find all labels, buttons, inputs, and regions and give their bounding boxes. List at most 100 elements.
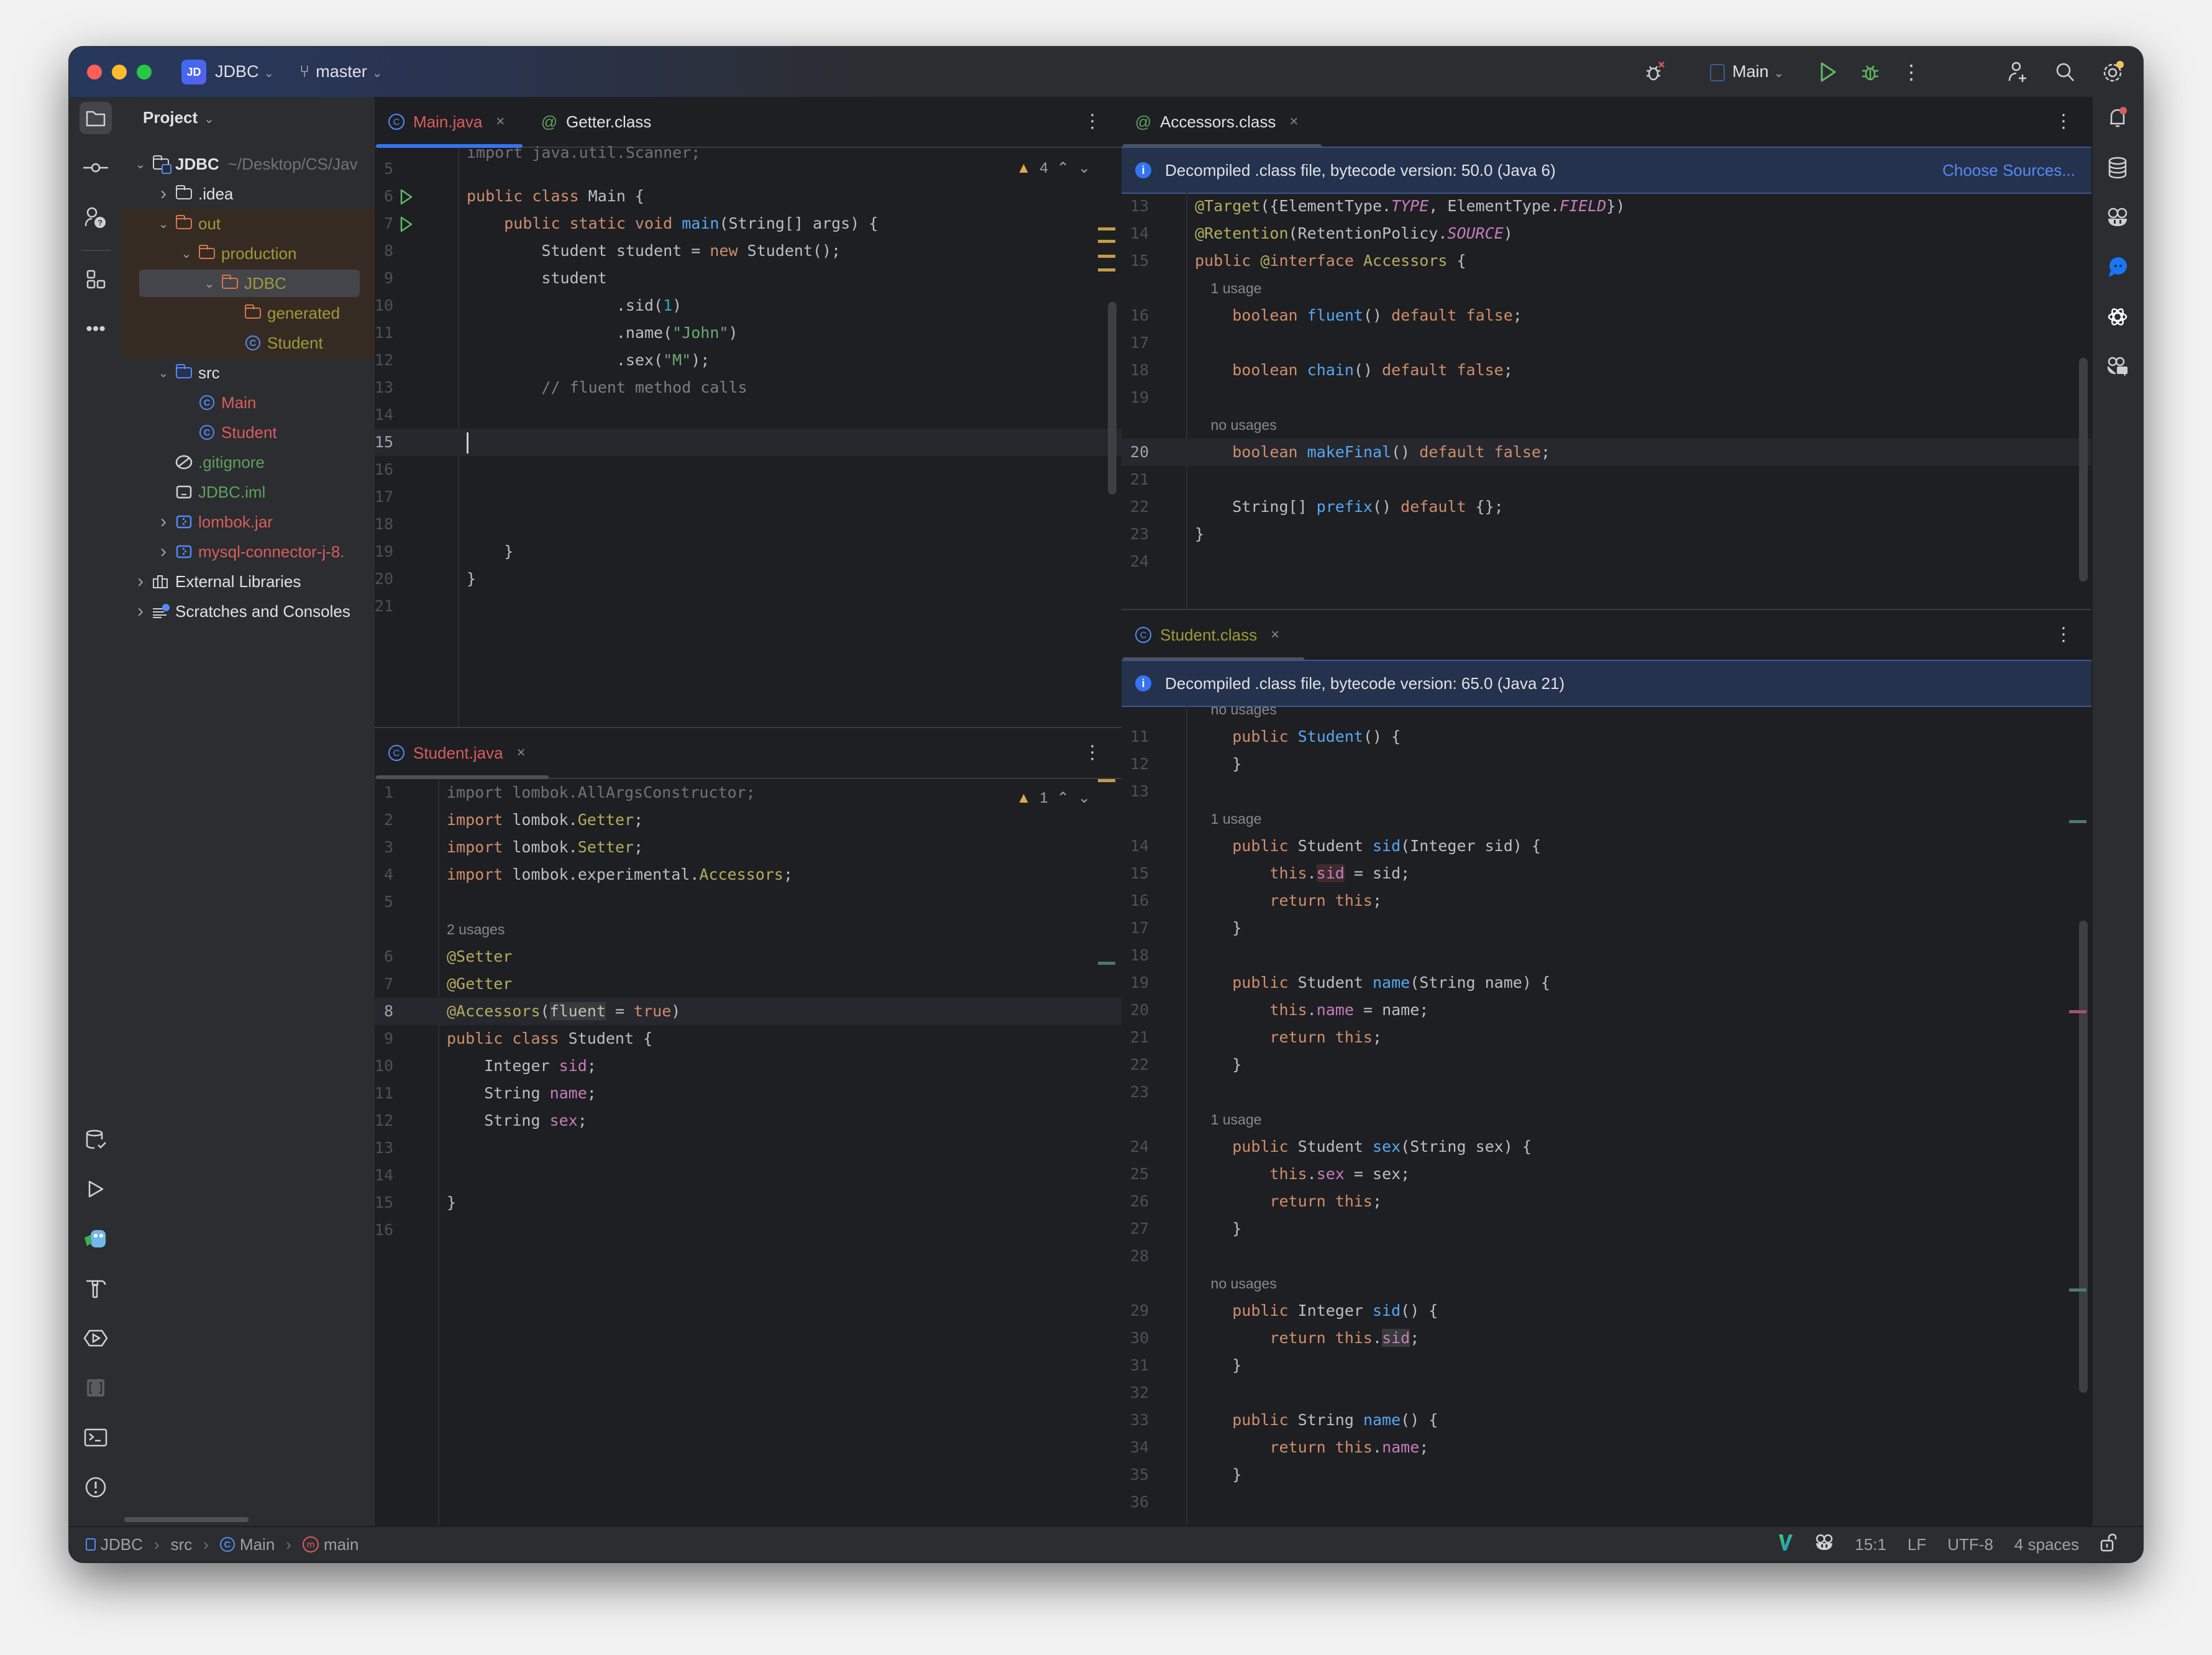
ai-help-icon[interactable]: ? [80, 201, 112, 234]
code-line[interactable]: 19 } [375, 538, 1122, 565]
code-line[interactable]: 2 import lombok.Getter; [375, 806, 1122, 834]
accessors-class-code[interactable]: 13 @Target({ElementType.TYPE, ElementType… [1122, 193, 2093, 609]
code-line[interactable]: 13 [375, 1134, 1122, 1162]
editor-tab[interactable]: @ Accessors.class × [1135, 97, 1299, 147]
database-icon[interactable] [2101, 152, 2134, 184]
inspection-warnings[interactable]: ▲ 4 ⌃ ⌄ [1017, 159, 1090, 177]
code-line[interactable]: 15 [375, 429, 1122, 456]
code-line[interactable]: 29 public Integer sid() { [1122, 1297, 2093, 1324]
copilot-status-icon[interactable] [1815, 1534, 1834, 1556]
search-icon[interactable] [2052, 58, 2079, 86]
code-line[interactable]: 11 public Student() { [1122, 723, 2093, 750]
code-line[interactable]: 17 } [1122, 914, 2093, 942]
code-line[interactable]: 35 } [1122, 1461, 2093, 1489]
chevron-down-icon[interactable]: ⌄ [202, 276, 217, 291]
code-line[interactable]: 28 [1122, 1242, 2093, 1270]
run-config-selector[interactable]: Main ⌄ [1710, 62, 1784, 81]
debug-error-icon[interactable] [1640, 58, 1668, 86]
line-separator[interactable]: LF [1908, 1535, 1926, 1554]
tree-item[interactable]: › mysql-connector-j-8. [122, 537, 375, 567]
breadcrumb-item[interactable]: C Main [219, 1535, 275, 1554]
code-line[interactable]: 22 String[] prefix() default {}; [1122, 493, 2093, 521]
editor-tabs-menu-icon[interactable]: ⋮ [2054, 111, 2073, 132]
next-issue-icon[interactable]: ⌄ [1078, 159, 1090, 177]
tree-item[interactable]: JDBC.iml [122, 477, 375, 507]
close-tab-icon[interactable]: × [517, 744, 526, 762]
tree-item[interactable]: ⌄ JDBC [122, 268, 375, 298]
code-line[interactable]: 18 [1122, 942, 2093, 969]
code-line[interactable]: 18 [375, 511, 1122, 538]
maximize-window-button[interactable] [137, 65, 152, 80]
accessors-editor-scrollbar[interactable] [2079, 358, 2088, 581]
warning-marker[interactable] [1098, 227, 1115, 230]
code-line[interactable]: 4 import lombok.experimental.Accessors; [375, 861, 1122, 888]
indent-setting[interactable]: 4 spaces [2014, 1535, 2079, 1554]
tree-item[interactable]: generated [122, 298, 375, 328]
openai-icon[interactable] [2101, 301, 2134, 333]
code-line[interactable]: 14 @Retention(RetentionPolicy.SOURCE) [1122, 220, 2093, 247]
code-line[interactable]: 11 .name("John") [375, 319, 1122, 347]
breadcrumb-item[interactable]: src [171, 1535, 193, 1554]
tree-item[interactable]: ⌄ production [122, 239, 375, 268]
warning-marker[interactable] [1098, 779, 1115, 782]
project-folder-icon[interactable] [80, 102, 112, 134]
change-marker[interactable] [1098, 962, 1115, 965]
chat-bubble-icon[interactable] [2101, 251, 2134, 283]
chevron-right-icon[interactable]: › [156, 541, 171, 562]
chevron-down-icon[interactable]: ⌄ [133, 157, 148, 172]
tree-item[interactable]: ⌄ JDBC ~/Desktop/CS/Jav [122, 149, 375, 179]
code-line[interactable]: 23 [1122, 1078, 2093, 1106]
code-line[interactable]: 15 public @interface Accessors { [1122, 247, 2093, 275]
more-tools-icon[interactable]: ••• [80, 313, 112, 345]
code-line[interactable]: 12 String sex; [375, 1107, 1122, 1134]
go-plugin-icon[interactable] [80, 1223, 112, 1255]
code-line[interactable]: 21 [1122, 466, 2093, 493]
minimize-window-button[interactable] [112, 65, 127, 80]
file-encoding[interactable]: UTF-8 [1947, 1535, 1993, 1554]
inspection-warnings[interactable]: ▲ 1 ⌃ ⌄ [1017, 789, 1090, 807]
chevron-right-icon[interactable]: › [133, 571, 148, 592]
code-line[interactable]: 27 } [1122, 1215, 2093, 1242]
copilot-icon[interactable] [2101, 201, 2134, 234]
code-line[interactable]: 12 .sex("M"); [375, 347, 1122, 374]
code-line[interactable]: 8 Student student = new Student(); [375, 237, 1122, 265]
code-line[interactable]: 25 this.sex = sex; [1122, 1160, 2093, 1188]
problems-icon[interactable] [80, 1471, 112, 1503]
database-check-icon[interactable] [80, 1123, 112, 1156]
tree-item[interactable]: C Main [122, 388, 375, 417]
code-line[interactable]: 18 boolean chain() default false; [1122, 357, 2093, 384]
previous-issue-icon[interactable]: ⌃ [1057, 789, 1069, 807]
code-line[interactable]: 6 public class Main { [375, 183, 1122, 210]
code-line[interactable]: 9 public class Student { [375, 1025, 1122, 1052]
chevron-right-icon[interactable]: › [156, 183, 171, 204]
code-line[interactable]: 20} [375, 565, 1122, 593]
warning-marker[interactable] [1098, 268, 1115, 271]
chevron-right-icon[interactable]: › [133, 601, 148, 622]
tree-item[interactable]: › .idea [122, 179, 375, 209]
close-tab-icon[interactable]: × [1271, 626, 1279, 644]
code-line[interactable]: 13 @Target({ElementType.TYPE, ElementType… [1122, 193, 2093, 220]
terminal-icon[interactable] [80, 1421, 112, 1454]
tree-item[interactable]: ⌄ out [122, 209, 375, 239]
more-actions-icon[interactable]: ⋮ [1898, 58, 1925, 86]
close-tab-icon[interactable]: × [496, 113, 505, 130]
placeholder-tool-icon[interactable] [80, 1372, 112, 1404]
structure-icon[interactable] [80, 263, 112, 296]
close-window-button[interactable] [87, 65, 102, 80]
code-line[interactable]: 36 [1122, 1489, 2093, 1516]
chevron-down-icon[interactable]: ⌄ [156, 216, 171, 232]
code-line[interactable]: 15 this.sid = sid; [1122, 860, 2093, 887]
change-marker[interactable] [2069, 820, 2086, 823]
code-line[interactable]: 23} [1122, 521, 2093, 548]
close-tab-icon[interactable]: × [1289, 113, 1298, 130]
code-line[interactable]: 11 String name; [375, 1080, 1122, 1107]
code-line[interactable]: 14 [375, 401, 1122, 429]
code-line[interactable]: 10 .sid(1) [375, 292, 1122, 319]
code-line[interactable]: 34 return this.name; [1122, 1434, 2093, 1461]
code-line[interactable]: 16 boolean fluent() default false; [1122, 302, 2093, 329]
code-line[interactable]: 5 [375, 155, 1122, 183]
settings-gear-icon[interactable] [2099, 58, 2126, 86]
change-marker[interactable] [2069, 1010, 2086, 1013]
code-line[interactable]: 13 [1122, 778, 2093, 805]
services-icon[interactable] [80, 1322, 112, 1354]
